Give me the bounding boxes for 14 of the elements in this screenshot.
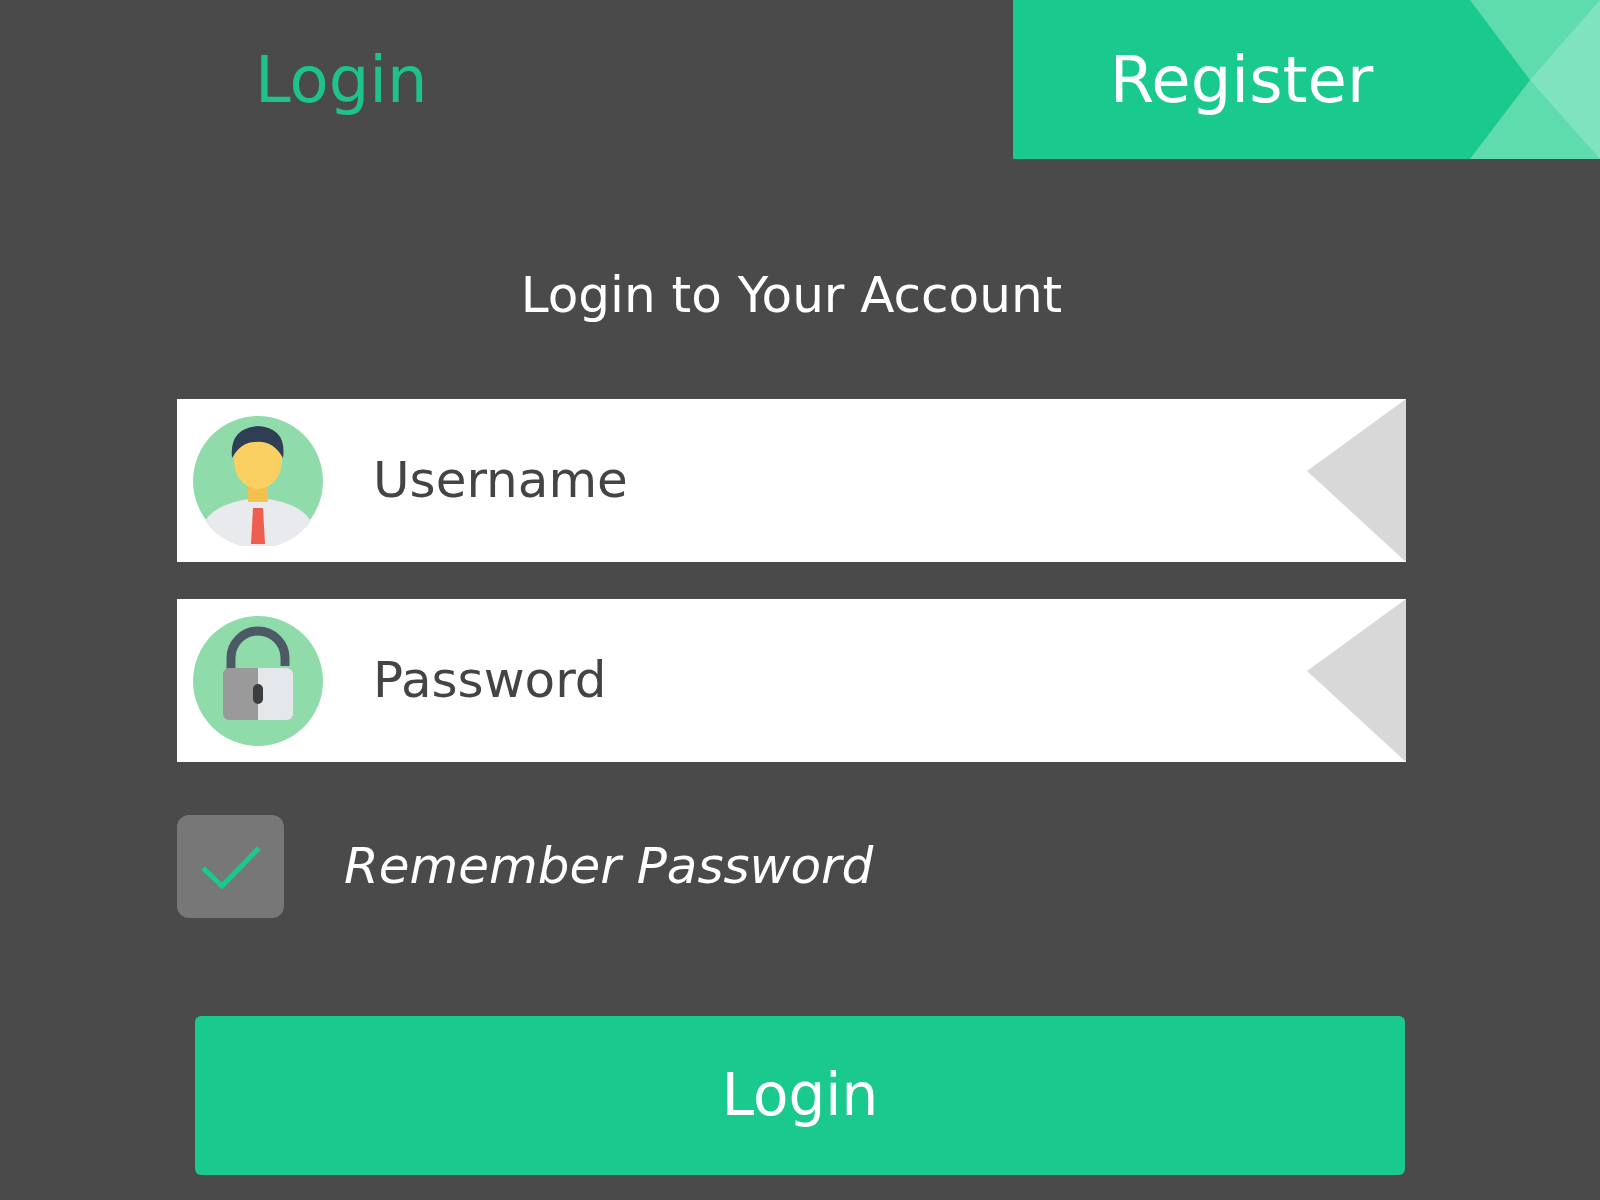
checkbox-label: Remember Password xyxy=(344,836,874,897)
login-button[interactable]: Login xyxy=(195,1016,1405,1175)
tab[interactable]: Login xyxy=(0,0,1013,159)
text-field[interactable]: Username xyxy=(177,399,1406,562)
avatar-icon xyxy=(193,415,323,546)
checkbox[interactable] xyxy=(177,815,284,918)
text-field[interactable]: Password xyxy=(177,599,1406,762)
triangle-icon xyxy=(1307,599,1406,762)
input-field[interactable]: Username xyxy=(323,443,1307,518)
form-title: Login to Your Account xyxy=(519,265,1064,326)
tab[interactable]: Register xyxy=(1013,0,1600,159)
triangle-icon xyxy=(1307,399,1406,562)
input-field[interactable]: Password xyxy=(323,643,1307,718)
lock-icon xyxy=(193,615,323,746)
